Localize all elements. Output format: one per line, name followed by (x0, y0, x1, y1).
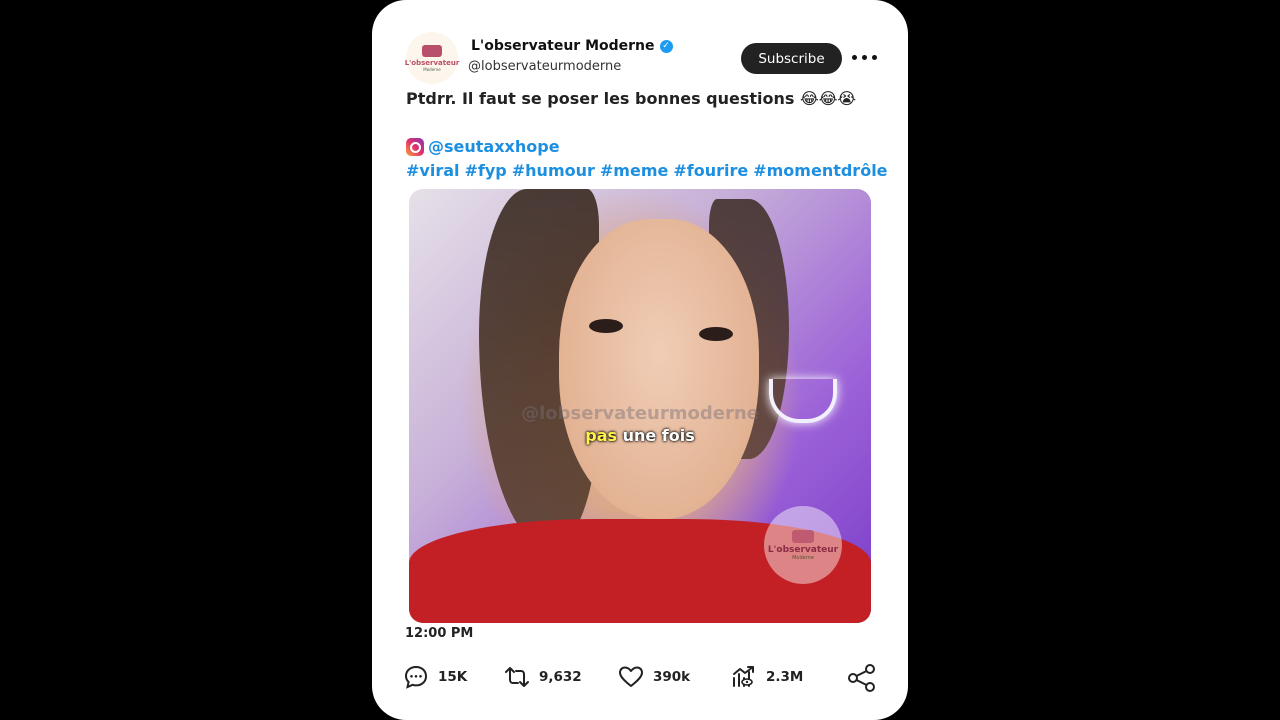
avatar-text-1: L'observateur (404, 58, 460, 67)
like-icon (619, 666, 643, 687)
reply-button[interactable]: 15K (403, 664, 467, 690)
author-name[interactable]: L'observateur Moderne (471, 38, 655, 54)
badge-text-2: Moderne (792, 554, 814, 561)
views-count: 2.3M (766, 669, 804, 685)
share-icon (848, 664, 875, 692)
hashtag-link[interactable]: #fyp (465, 161, 507, 180)
share-button[interactable] (846, 662, 878, 698)
like-button[interactable]: 390k (618, 664, 690, 690)
badge-text-1: L'observateur (767, 544, 839, 555)
avatar-text-2: Moderne (423, 66, 441, 72)
video-subtitle: pas une fois (409, 426, 871, 445)
video-player[interactable]: @lobservateurmoderne pas une fois L'obse… (409, 189, 871, 623)
views-button[interactable]: 2.3M (731, 664, 803, 690)
repost-button[interactable]: 9,632 (504, 664, 582, 690)
video-watermark: @lobservateurmoderne (521, 403, 759, 424)
author-handle[interactable]: @lobservateurmoderne (468, 59, 621, 74)
hashtag-link[interactable]: #humour (512, 161, 595, 180)
hashtag-link[interactable]: #momentdrôle (753, 161, 887, 180)
subtitle-highlight: pas (585, 426, 618, 445)
video-eye (589, 319, 623, 333)
views-icon (733, 666, 754, 687)
post-caption: Ptdrr. Il faut se poser les bonnes quest… (406, 89, 857, 108)
hashtag-list: #viral #fyp #humour #meme #fourire #mome… (406, 161, 888, 180)
repost-count: 9,632 (539, 669, 582, 685)
video-face (559, 219, 759, 519)
more-icon[interactable] (852, 46, 878, 70)
post-time: 12:00 PM (405, 626, 474, 641)
instagram-icon (406, 137, 424, 156)
hashtag-link[interactable]: #fourire (673, 161, 748, 180)
source-row[interactable]: @seutaxxhope (406, 137, 560, 156)
author-name-row[interactable]: L'observateur Moderne ✓ (471, 38, 673, 54)
video-eye (699, 327, 733, 341)
verified-icon: ✓ (659, 39, 673, 53)
hashtag-link[interactable]: #viral (406, 161, 460, 180)
repost-icon (505, 667, 529, 687)
post-card: L'observateur Moderne L'observateur Mode… (372, 0, 908, 720)
reply-icon (404, 665, 428, 689)
logo-mark-icon (422, 44, 442, 57)
logo-mark-icon (792, 529, 814, 543)
video-logo-badge: L'observateur Moderne (764, 506, 842, 584)
subtitle-rest: une fois (617, 426, 695, 445)
hashtag-link[interactable]: #meme (600, 161, 668, 180)
source-handle-link[interactable]: @seutaxxhope (428, 137, 560, 156)
subscribe-button[interactable]: Subscribe (741, 43, 842, 74)
like-count: 390k (653, 669, 691, 685)
avatar[interactable]: L'observateur Moderne (404, 32, 460, 84)
reply-count: 15K (438, 669, 468, 685)
